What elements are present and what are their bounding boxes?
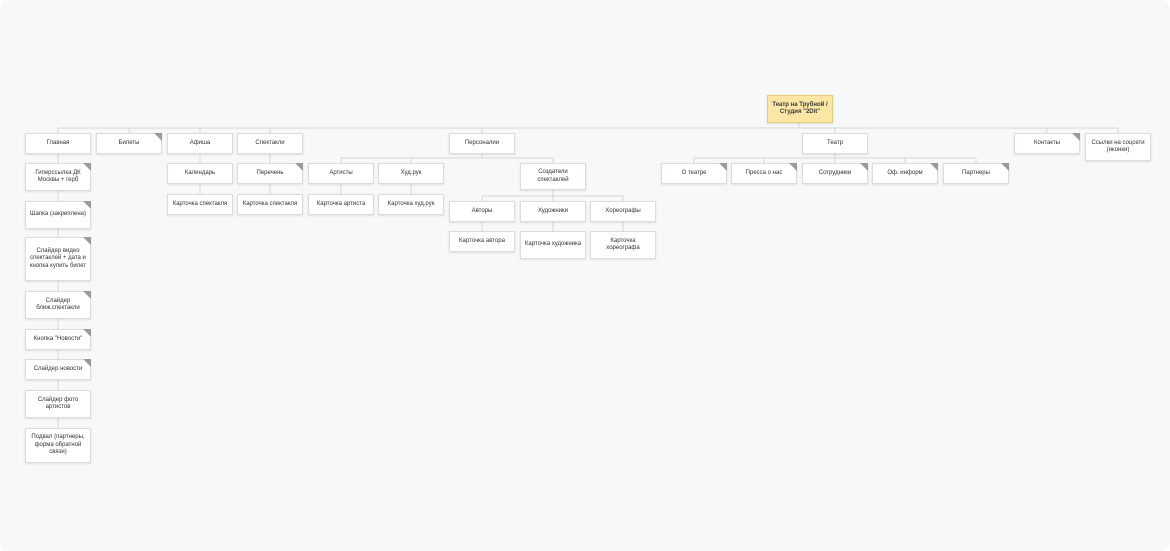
root-node[interactable]: Театр на Трубной / Студия "2Dit" — [767, 95, 833, 123]
connector-lines — [57, 123, 1119, 428]
node-kartochka-hud-ruk[interactable]: Карточка худ.рук — [378, 194, 444, 215]
node-kartochka-spektaklya-2[interactable]: Карточка спектакля — [237, 194, 303, 215]
node-gl-artists-slider[interactable]: Слайдер фото артистов — [25, 390, 91, 418]
node-kartochka-hudozhnika[interactable]: Карточка художника — [520, 231, 586, 259]
node-hudozhniki[interactable]: Художники — [520, 201, 586, 222]
node-kartochka-avtora[interactable]: Карточка автора — [449, 231, 515, 252]
node-partnery[interactable]: Партнеры — [943, 163, 1009, 184]
node-gl-nearest-slider[interactable]: Слайдер ближ.спектакли — [25, 291, 91, 319]
node-kartochka-horeografa[interactable]: Карточка хореографа — [590, 231, 656, 259]
node-o-teatre[interactable]: О театре — [661, 163, 727, 184]
node-ssylki-socseti[interactable]: Ссылки на соцсети (иконки) — [1085, 133, 1151, 161]
node-gl-footer[interactable]: Подвал (партнеры, форма обратной связи) — [25, 428, 91, 463]
node-kontakty[interactable]: Контакты — [1014, 133, 1080, 154]
node-gl-news-slider[interactable]: Слайдер новости — [25, 359, 91, 380]
node-perechen[interactable]: Перечень — [237, 163, 303, 184]
node-kalendar[interactable]: Календарь — [167, 163, 233, 184]
node-afisha[interactable]: Афиша — [167, 133, 233, 154]
node-kartochka-artista[interactable]: Карточка артиста — [308, 194, 374, 215]
node-artisty[interactable]: Артисты — [308, 163, 374, 184]
node-gl-news-button[interactable]: Кнопка "Новости" — [25, 329, 91, 350]
node-personalii[interactable]: Персоналии — [449, 133, 515, 154]
node-gl-video-slider[interactable]: Слайдер видео спектаклей + дата и кнопка… — [25, 237, 91, 281]
node-of-inform[interactable]: Оф. информ — [872, 163, 938, 184]
node-bilety[interactable]: Билеты — [96, 133, 162, 154]
mindmap-canvas: Театр на Трубной / Студия "2Dit" Главная… — [0, 0, 1170, 551]
node-kartochka-spektaklya-1[interactable]: Карточка спектакля — [167, 194, 233, 215]
node-gl-header[interactable]: Шапка (закреплена) — [25, 201, 91, 229]
node-spektakli[interactable]: Спектакли — [237, 133, 303, 154]
node-hud-ruk[interactable]: Худ.рук — [378, 163, 444, 184]
node-sotrudniki[interactable]: Сотрудники — [802, 163, 868, 184]
node-horeografy[interactable]: Хореографы — [590, 201, 656, 222]
node-sozdateli[interactable]: Создатели спектаклей — [520, 163, 586, 190]
node-gl-hyperlink[interactable]: Гиперссылка ДК Москвы + герб — [25, 163, 91, 191]
node-avtory[interactable]: Авторы — [449, 201, 515, 222]
node-glavnaya[interactable]: Главная — [25, 133, 91, 154]
node-teatr[interactable]: Театр — [802, 133, 868, 154]
node-pressa[interactable]: Пресса о нас — [731, 163, 797, 184]
